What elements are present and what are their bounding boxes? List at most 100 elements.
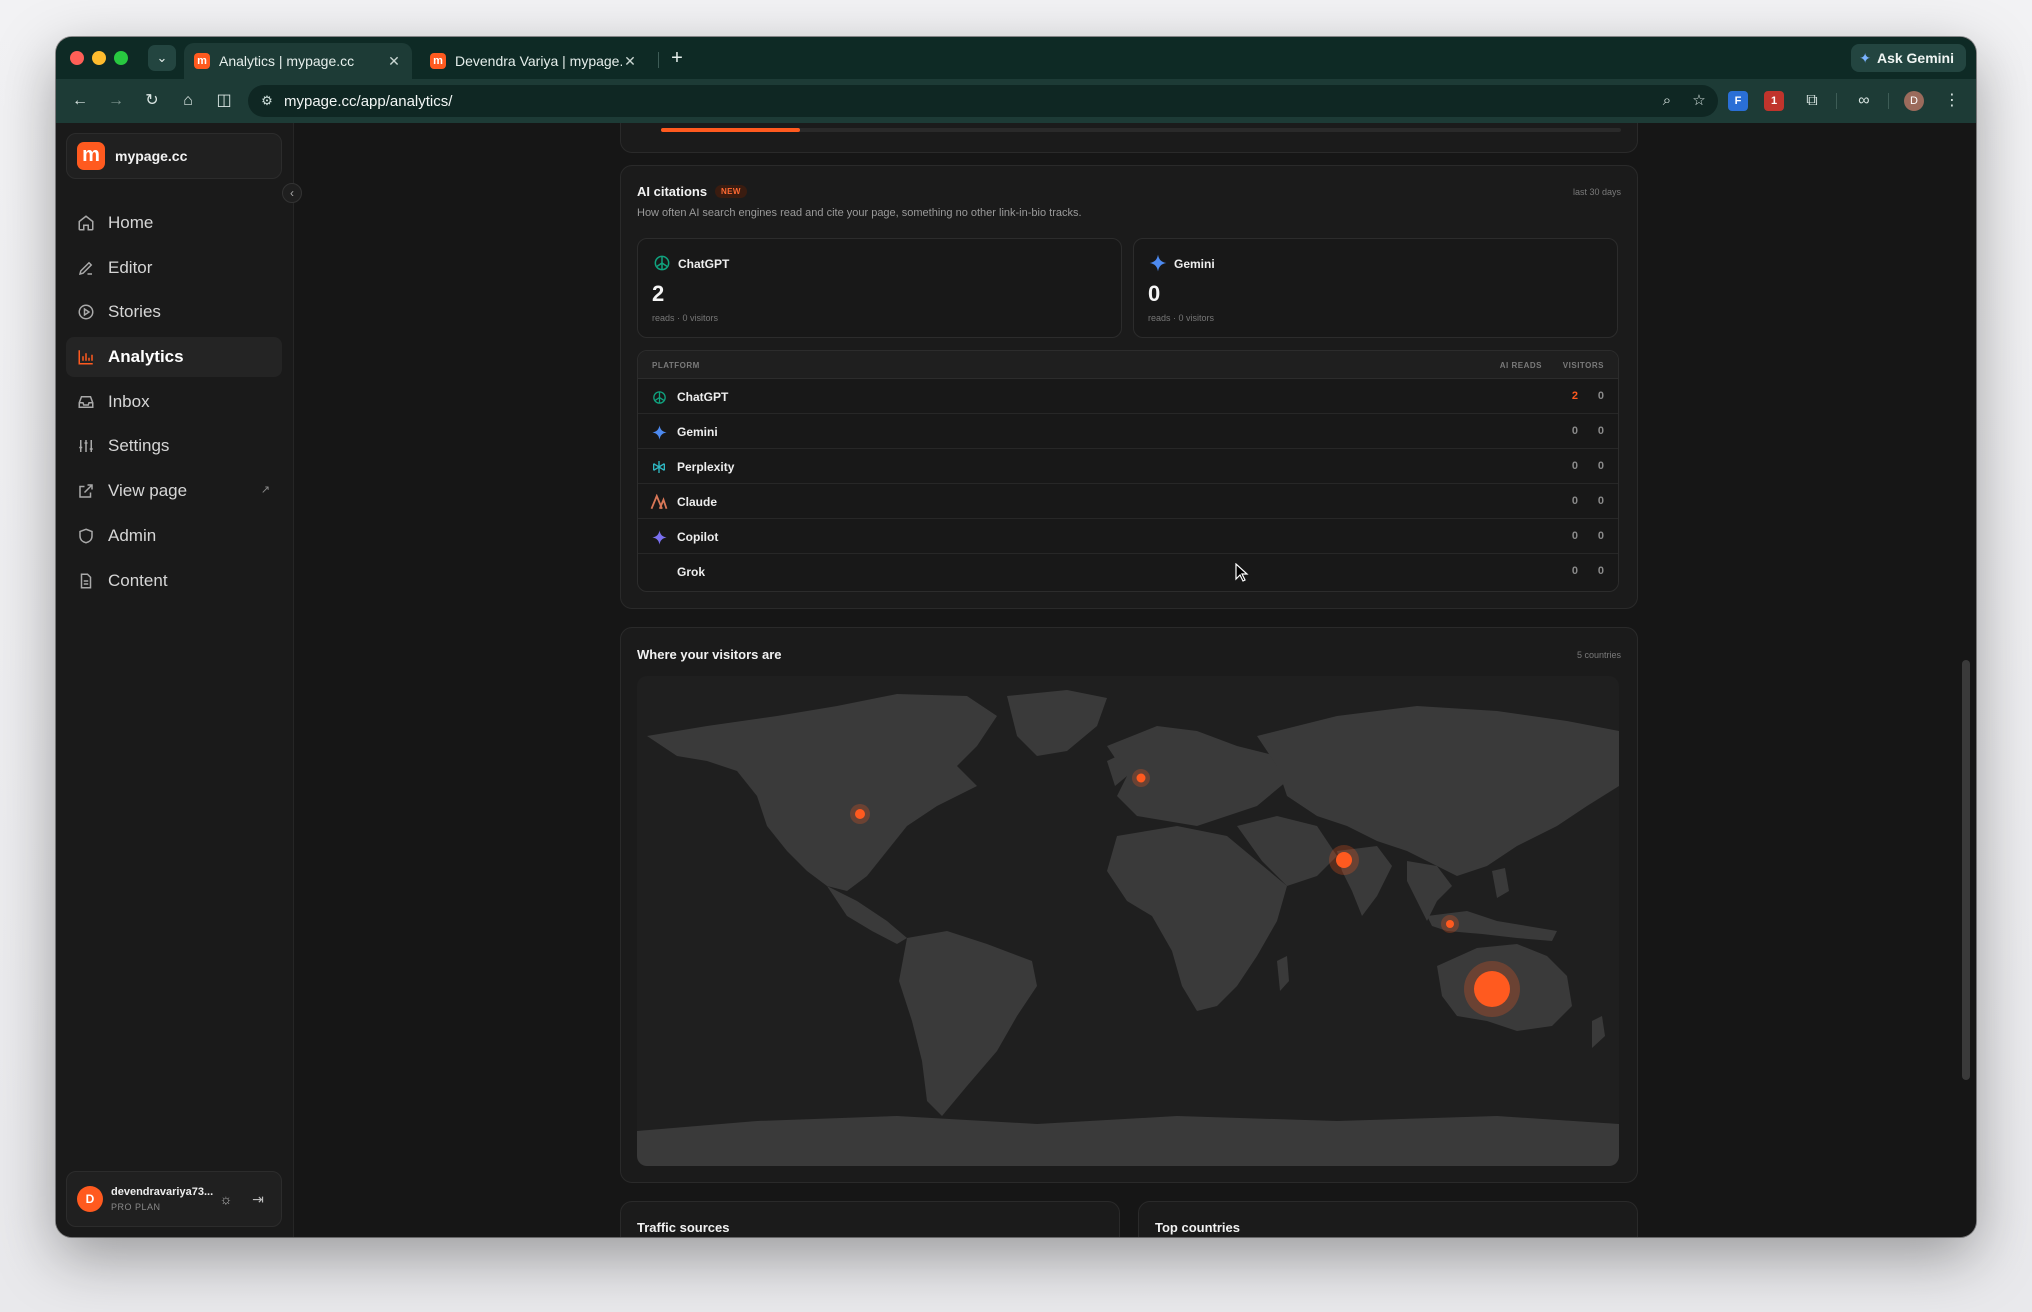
table-row[interactable]: Claude 0 0 (638, 484, 1618, 519)
south-america-shape (899, 931, 1037, 1116)
platform-name: Copilot (677, 530, 719, 544)
table-row[interactable]: Gemini 0 0 (638, 414, 1618, 449)
tab-favicon: m (430, 53, 446, 69)
sidebar-item-label: Stories (108, 302, 161, 322)
sidebar-item-analytics[interactable]: Analytics (66, 337, 282, 378)
arrow-up-right-icon: ↗ (260, 484, 270, 497)
visitors-value: 0 (1597, 460, 1604, 472)
world-map[interactable] (637, 676, 1619, 1166)
tab-analytics[interactable]: m Analytics | mypage.cc ✕ (184, 43, 412, 79)
traffic-sources-title: Traffic sources (637, 1220, 730, 1235)
tab-title: Devendra Variya | mypage.cc (455, 53, 622, 69)
reload-icon[interactable]: ↻ (140, 89, 164, 113)
visitors-value: 0 (1597, 425, 1604, 437)
sidebar-item-label: Settings (108, 436, 170, 456)
link-icon[interactable]: ∞ (1852, 89, 1876, 113)
ai-citations-title: AI citations (637, 184, 708, 199)
extension-translate-icon[interactable]: F (1728, 91, 1748, 111)
top-countries-card: Top countries (1138, 1201, 1638, 1237)
table-row[interactable]: Copilot 0 0 (638, 519, 1618, 554)
home-icon[interactable]: ⌂ (176, 89, 200, 113)
minimize-window-button[interactable] (92, 51, 106, 65)
philippines-shape (1492, 868, 1509, 898)
stat-name: ChatGPT (678, 257, 730, 271)
table-header: PLATFORM AI READS VISITORS (638, 351, 1618, 379)
url-text: mypage.cc/app/analytics/ (284, 93, 453, 110)
period-label: last 30 days (1572, 187, 1621, 197)
brand-switcher[interactable]: m mypage.cc (66, 133, 282, 179)
close-tab-icon[interactable]: ✕ (386, 53, 402, 70)
maximize-window-button[interactable] (114, 51, 128, 65)
ask-gemini-button[interactable]: ✦ Ask Gemini (1851, 44, 1966, 72)
toolbar-divider (1888, 93, 1889, 109)
stat-value: 2 (652, 281, 665, 306)
theme-sun-icon[interactable]: ☼ (215, 1188, 237, 1210)
sidebar-item-view-page[interactable]: View page ↗ (66, 471, 282, 511)
stat-value: 0 (1148, 281, 1161, 306)
sidebar-item-editor[interactable]: Editor (66, 248, 282, 288)
antarctica-shape (637, 1116, 1619, 1166)
forward-arrow-icon[interactable]: → (104, 89, 128, 113)
new-tab-plus-icon[interactable]: + (664, 45, 690, 71)
sidebar-nav: Home Editor Stories Analytics Inbox Sett… (66, 203, 282, 605)
sidebar-item-home[interactable]: Home (66, 203, 282, 243)
stat-card-chatgpt: ChatGPT 2 reads · 0 visitors (637, 238, 1122, 338)
sidebar-item-label: Inbox (108, 391, 150, 411)
brand-logo: m (77, 142, 105, 170)
chatgpt-icon (652, 253, 672, 273)
tab-separator (658, 52, 659, 68)
table-row[interactable]: Perplexity 0 0 (638, 449, 1618, 484)
platform-name: Gemini (677, 425, 718, 439)
profile-avatar[interactable]: D (1904, 91, 1924, 111)
extension-badge-icon[interactable]: 1 (1764, 91, 1784, 111)
platform-name: Claude (677, 495, 718, 509)
gemini-spark-icon: ✦ (1859, 49, 1871, 66)
toolbar-divider (1836, 93, 1837, 109)
zoom-icon[interactable]: ⌕ (1656, 90, 1678, 112)
top-countries-title: Top countries (1155, 1220, 1240, 1235)
platform-name: Perplexity (677, 460, 735, 474)
sidebar-item-label: Editor (108, 257, 153, 277)
tab-profile[interactable]: m Devendra Variya | mypage.cc ✕ (420, 43, 648, 79)
logout-icon[interactable]: ⇥ (247, 1188, 269, 1210)
visitors-value: 0 (1597, 495, 1604, 507)
visitors-map-card: Where your visitors are 5 countries (620, 627, 1638, 1183)
traffic-sources-card: Traffic sources (620, 1201, 1120, 1237)
extension-badge-count: 1 (1770, 95, 1778, 107)
site-info-icon[interactable]: ⚙ (256, 90, 278, 112)
sidebar-item-stories[interactable]: Stories (66, 292, 282, 332)
table-row[interactable]: Grok 0 0 (638, 554, 1618, 589)
back-arrow-icon[interactable]: ← (68, 89, 92, 113)
visitors-value: 0 (1597, 530, 1604, 542)
close-window-button[interactable] (70, 51, 84, 65)
previous-card (620, 123, 1638, 153)
play-circle-icon (76, 302, 96, 322)
sidebar-item-admin[interactable]: Admin (66, 516, 282, 556)
address-bar[interactable]: ⚙ mypage.cc/app/analytics/ ⌕ ☆ (248, 85, 1718, 117)
extensions-puzzle-icon[interactable]: ⧉ (1800, 89, 1824, 113)
sidebar-item-label: Admin (108, 525, 157, 545)
world-map-svg (637, 690, 1619, 1166)
column-platform: PLATFORM (652, 361, 700, 370)
sidebar-item-settings[interactable]: Settings (66, 426, 282, 466)
kebab-menu-icon[interactable]: ⋮ (1940, 89, 1964, 113)
marker-usa (855, 809, 865, 819)
close-tab-icon[interactable]: ✕ (622, 53, 638, 70)
sidebar-item-label: View page (108, 481, 188, 501)
sidebar-item-inbox[interactable]: Inbox (66, 382, 282, 422)
marker-australia (1474, 971, 1510, 1007)
page-content: m mypage.cc ‹ Home Editor Stories Analyt… (56, 123, 1976, 1237)
bookmark-star-icon[interactable]: ☆ (1688, 90, 1710, 112)
sidebar-item-content[interactable]: Content (66, 561, 282, 601)
new-badge: NEW (715, 185, 747, 198)
collapse-sidebar-chevron-icon[interactable]: ‹ (282, 183, 302, 203)
ai-reads-value: 0 (1571, 495, 1578, 507)
tab-search-chevron-icon[interactable]: ⌄ (148, 45, 176, 71)
avatar[interactable]: D (77, 1186, 103, 1212)
page-scrollbar[interactable] (1962, 660, 1970, 1080)
chatgpt-icon (650, 388, 668, 406)
table-row[interactable]: ChatGPT 2 0 (638, 379, 1618, 414)
progress-track (661, 128, 1621, 132)
claude-icon (650, 493, 668, 511)
side-panel-icon[interactable]: ◫ (212, 89, 236, 113)
